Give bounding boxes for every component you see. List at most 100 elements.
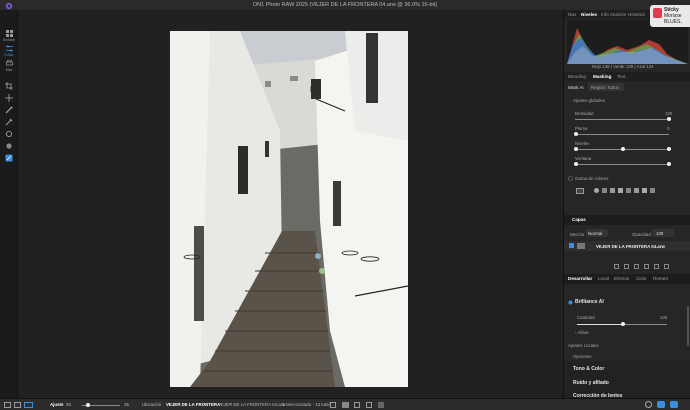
transform-tool-icon[interactable] (5, 94, 13, 102)
tab-cielo[interactable]: Cielo (636, 276, 646, 281)
mask-reset-icon[interactable] (626, 188, 631, 193)
undo-icon[interactable] (645, 401, 652, 408)
right-panel: Nav Niveles Info rmación Historial Rojo … (563, 10, 690, 399)
zoom-knob[interactable] (86, 403, 90, 407)
pluma-slider[interactable] (575, 134, 669, 135)
done-button[interactable] (670, 401, 678, 408)
opciones-label[interactable]: Opciones (573, 354, 592, 359)
duplicate-layer-icon[interactable] (624, 264, 629, 269)
mask-overlay-icon[interactable] (378, 402, 384, 408)
text-layer-icon[interactable] (644, 264, 649, 269)
capas-header: Capas (564, 215, 690, 225)
pluma-knob[interactable] (574, 132, 578, 136)
image-canvas[interactable] (18, 10, 563, 398)
tono-color-title[interactable]: Tono & Color (573, 366, 604, 372)
brilliance-toggle-icon[interactable] (568, 300, 573, 305)
mask-paste-icon[interactable] (610, 188, 615, 193)
densidad-knob[interactable] (667, 117, 671, 121)
delete-layer-icon[interactable] (664, 264, 669, 269)
cantidad-knob[interactable] (621, 322, 625, 326)
clone-tool-icon[interactable] (5, 142, 13, 150)
ruido-afilado-title[interactable]: Ruido y afilado (573, 380, 609, 386)
tab-masking[interactable]: Masking (593, 74, 611, 79)
printer-icon (5, 60, 13, 66)
tab-desarrollar[interactable]: Desarrollar (568, 276, 592, 281)
single-view-icon[interactable] (4, 402, 11, 408)
tab-historial[interactable]: Historial (628, 12, 645, 17)
pluma-value: 0 (667, 126, 670, 131)
layer-name: VEJER DE LA FRONTERA 04.arw (596, 243, 665, 249)
notification-banner[interactable]: Sticky Morisse BLUES, (650, 5, 690, 27)
ventana-knob-low[interactable] (574, 162, 578, 166)
histogram-readout: Rojo 136 | Verde 130 | Azul 124 (592, 64, 654, 69)
tab-text[interactable]: Text (617, 74, 625, 79)
gama-toggle-icon[interactable] (568, 176, 573, 181)
location-path[interactable]: VEJER DE LA FRONTERA (166, 402, 220, 407)
preview-icon[interactable] (342, 402, 349, 408)
mask-brush-tool-icon[interactable] (5, 118, 13, 126)
info-icon[interactable] (330, 402, 336, 408)
mask-options-icon[interactable] (634, 188, 639, 193)
afinar-toggle[interactable]: › Afinar (575, 330, 589, 335)
merge-layer-icon[interactable] (654, 264, 659, 269)
module-more[interactable]: Más (2, 60, 16, 72)
sliders-icon (5, 45, 13, 52)
tab-nav[interactable]: Nav (568, 12, 576, 17)
blend-mode-label: Mezcla (570, 232, 584, 237)
add-layer-icon[interactable] (614, 264, 619, 269)
ventana-knob-high[interactable] (667, 162, 671, 166)
mask-view-icon[interactable] (642, 188, 647, 193)
panel-scrollbar[interactable] (687, 306, 689, 346)
ajustes-locales-label[interactable]: Ajustes Locales (568, 343, 599, 348)
densidad-value: 100 (665, 111, 673, 116)
grid-icon (5, 30, 13, 37)
tab-info[interactable]: Info (601, 12, 609, 17)
brilliance-title[interactable]: Brilliance AI (575, 299, 604, 305)
layer-visibility-icon[interactable] (569, 243, 574, 248)
cantidad-value: 100 (660, 315, 668, 320)
region-dropdown[interactable]: Región: Todos (588, 83, 624, 91)
notification-line-2: BLUES, (664, 19, 682, 25)
module-edit[interactable]: Editar (2, 45, 16, 57)
opacity-field[interactable]: 100 (652, 229, 674, 237)
compare-view-icon[interactable] (14, 402, 21, 408)
niveles-knob-high[interactable] (667, 147, 671, 151)
tab-efectos[interactable]: Efectos (614, 276, 629, 281)
zoom-max: 35 (124, 402, 129, 407)
layer-row[interactable]: VEJER DE LA FRONTERA 04.arw (564, 241, 690, 251)
compare-toggle-icon[interactable] (366, 402, 372, 408)
module-browse[interactable]: Browse (2, 30, 16, 42)
ventana-slider[interactable] (575, 164, 669, 165)
retouch-tool-icon[interactable] (5, 130, 13, 138)
module-edit-label: Editar (4, 53, 14, 57)
densidad-slider[interactable] (575, 119, 669, 120)
tab-niveles[interactable]: Niveles (581, 12, 597, 17)
mask-copy-icon[interactable] (602, 188, 607, 193)
reset-button[interactable] (657, 401, 665, 408)
densidad-label: Densidad (575, 111, 594, 116)
mask-layer-icon[interactable] (634, 264, 639, 269)
mask-refine-icon[interactable] (618, 188, 623, 193)
grid-toggle-icon[interactable] (354, 402, 360, 408)
region-dropdown-label: Región: Todos (591, 84, 619, 90)
crop-tool-icon[interactable] (5, 82, 13, 90)
active-mask-tool-icon[interactable] (5, 154, 13, 162)
mask-invert-icon[interactable] (594, 188, 599, 193)
tab-blending[interactable]: Blending (568, 74, 586, 79)
mask-save-icon[interactable] (650, 188, 655, 193)
gama-de-colores-label[interactable]: Gama de colores (575, 176, 608, 181)
niveles-knob-low[interactable] (574, 147, 578, 151)
module-more-label: Más (5, 68, 13, 72)
tab-info-cont[interactable]: rmación (610, 12, 626, 17)
tab-local[interactable]: Local (598, 276, 609, 281)
tab-retrato[interactable]: Retrato (653, 276, 668, 281)
title-bar: ON1 Photo RAW 2025 (VEJER DE LA FRONTERA… (0, 0, 690, 10)
blend-mode-dropdown[interactable]: Normal (586, 229, 608, 237)
niveles-knob-mid[interactable] (621, 147, 625, 151)
status-bar: Ajuste 36 35 Ubicación VEJER DE LA FRONT… (0, 398, 690, 410)
mask-ai-label[interactable]: Mask AI (568, 85, 584, 90)
brush-tool-icon[interactable] (5, 106, 13, 114)
zoom-value: 36 (66, 402, 71, 407)
fit-view-icon[interactable] (24, 402, 33, 408)
mask-preview-icon[interactable] (576, 188, 584, 194)
